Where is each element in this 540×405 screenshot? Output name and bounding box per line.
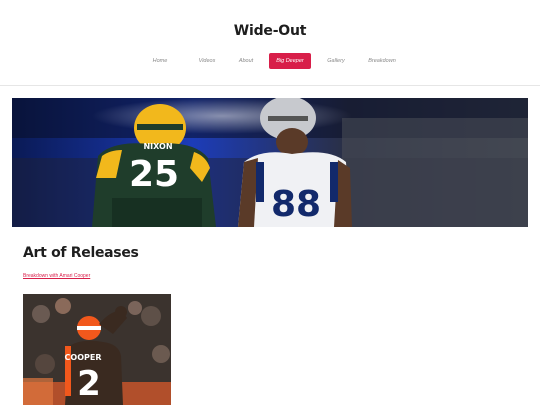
svg-text:NIXON: NIXON	[143, 142, 172, 151]
nav-item-about[interactable]: About	[233, 53, 259, 69]
breakdown-link[interactable]: Breakdown with Amari Cooper	[23, 273, 90, 279]
post-thumbnail[interactable]: 2 COOPER	[23, 294, 171, 405]
nav-item-big-deeper[interactable]: Big Deeper	[269, 53, 311, 69]
nav-item-home[interactable]: Home	[146, 53, 174, 69]
site-title[interactable]: Wide-Out	[0, 23, 540, 39]
page-heading: Art of Releases	[23, 245, 139, 261]
nav-item-videos[interactable]: Videos	[193, 53, 221, 69]
svg-text:88: 88	[271, 184, 321, 225]
svg-text:COOPER: COOPER	[65, 353, 102, 362]
thumbnail-image: 2 COOPER	[23, 294, 171, 405]
nav-item-gallery[interactable]: Gallery	[321, 53, 351, 69]
site-header: Wide-Out Home Videos About Big Deeper Ga…	[0, 0, 540, 86]
svg-text:25: 25	[129, 154, 179, 195]
main-nav: Home Videos About Big Deeper Gallery Bre…	[0, 53, 540, 69]
hero-banner: 25 NIXON 88	[12, 98, 528, 227]
svg-text:2: 2	[77, 364, 101, 404]
nav-item-breakdown[interactable]: Breakdown	[362, 53, 402, 69]
hero-image: 25 NIXON 88	[12, 98, 528, 227]
